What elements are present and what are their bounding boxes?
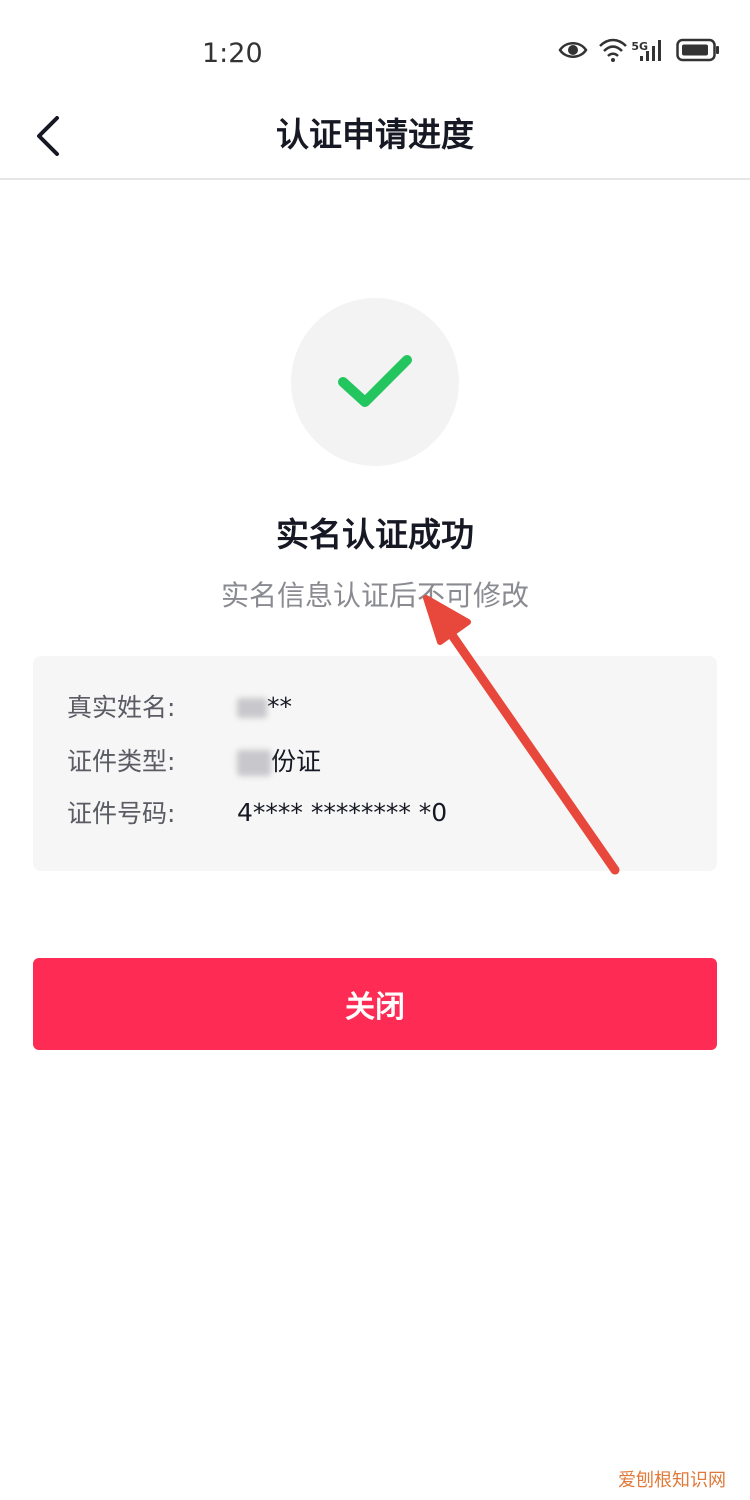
info-label: 证件类型: [67,747,176,776]
info-row-id-type: 证件类型: 份证 [67,740,321,780]
info-label: 证件号码: [67,799,176,828]
nav-bar: 认证申请进度 [0,100,750,180]
redaction-blur [237,750,271,776]
watermark: 爱刨根知识网 [618,1470,726,1491]
wifi-icon [599,38,627,62]
page-title: 认证申请进度 [276,115,474,154]
info-value-id-number: 4**** ******** *0 [237,797,448,827]
status-time: 1:20 [202,38,263,69]
signal-icon [640,40,661,61]
result-subtitle: 实名信息认证后不可修改 [220,579,529,612]
info-row-name: 真实姓名: ** [67,686,292,726]
info-label: 真实姓名: [67,693,176,722]
result-title: 实名认证成功 [276,515,474,554]
info-row-id-number: 证件号码: 4**** ******** *0 [67,792,447,832]
identity-info-card: 真实姓名: ** 证件类型: 份证 证件号码: 4**** ******** *… [33,656,717,871]
redaction-blur [237,697,267,718]
status-bar: 1:20 5G [0,0,750,100]
info-value-name: ** [237,692,292,721]
eye-icon [558,42,588,58]
info-value-id-type: 份证 [237,742,321,778]
success-icon-circle [291,298,459,466]
battery-icon [676,38,719,62]
check-icon [338,355,412,407]
close-button[interactable]: 关闭 [33,958,717,1050]
status-icons [558,38,720,62]
